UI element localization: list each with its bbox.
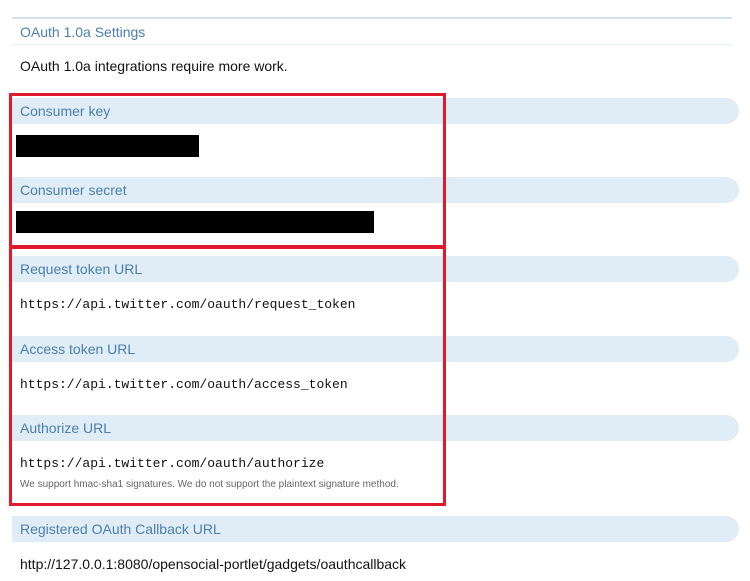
consumer-secret-value-redacted bbox=[16, 211, 374, 233]
request-token-url-label-bar: Request token URL bbox=[12, 256, 739, 282]
callback-url-label-bar: Registered OAuth Callback URL bbox=[12, 516, 739, 542]
section-title: OAuth 1.0a Settings bbox=[20, 24, 146, 40]
access-token-url-label: Access token URL bbox=[20, 341, 136, 357]
consumer-key-label: Consumer key bbox=[20, 103, 111, 119]
access-token-url-value: https://api.twitter.com/oauth/access_tok… bbox=[20, 377, 348, 392]
request-token-url-label: Request token URL bbox=[20, 261, 143, 277]
callback-url-label: Registered OAuth Callback URL bbox=[20, 521, 221, 537]
consumer-secret-label-bar: Consumer secret bbox=[12, 177, 739, 203]
section-intro: OAuth 1.0a integrations require more wor… bbox=[20, 58, 288, 74]
callback-url-value: http://127.0.0.1:8080/opensocial-portlet… bbox=[20, 556, 407, 572]
authorize-url-label: Authorize URL bbox=[20, 420, 112, 436]
consumer-secret-label: Consumer secret bbox=[20, 182, 127, 198]
consumer-key-value-redacted bbox=[16, 135, 199, 157]
request-token-url-value: https://api.twitter.com/oauth/request_to… bbox=[20, 297, 356, 312]
section-header: OAuth 1.0a Settings bbox=[12, 17, 732, 45]
consumer-key-label-bar: Consumer key bbox=[12, 98, 739, 124]
signature-note: We support hmac-sha1 signatures. We do n… bbox=[20, 479, 399, 490]
authorize-url-label-bar: Authorize URL bbox=[12, 415, 739, 441]
authorize-url-value: https://api.twitter.com/oauth/authorize bbox=[20, 456, 325, 471]
access-token-url-label-bar: Access token URL bbox=[12, 336, 739, 362]
